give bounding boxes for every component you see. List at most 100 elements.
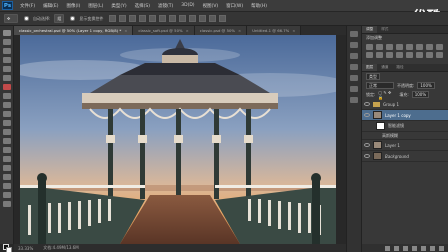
tab-styles[interactable]: 样式 (377, 26, 393, 33)
invert-icon[interactable] (396, 52, 403, 58)
close-icon[interactable]: × (124, 28, 127, 33)
menu-view[interactable]: 视图(V) (199, 3, 223, 9)
layer-row[interactable]: 智能滤镜 (362, 121, 448, 132)
document-tab[interactable]: classic_orchestral.psd @ 50% (Layer 1 co… (14, 26, 134, 35)
opacity-input[interactable]: 100% (417, 82, 435, 89)
menu-image[interactable]: 图像(I) (62, 3, 84, 9)
menu-3d[interactable]: 3D(D) (177, 3, 198, 8)
layer-row[interactable]: Group 1 (362, 99, 448, 110)
curves-icon[interactable] (386, 44, 393, 50)
history-brush-tool-icon[interactable] (2, 111, 11, 117)
menu-filter[interactable]: 滤镜(T) (154, 3, 177, 9)
visibility-eye-icon[interactable] (364, 102, 370, 106)
add-mask-icon[interactable] (403, 245, 408, 251)
healing-brush-tool-icon[interactable] (2, 84, 11, 90)
gradient-tool-icon[interactable] (2, 129, 11, 135)
menu-help[interactable]: 帮助(H) (247, 3, 271, 9)
layer-row[interactable]: Layer 1 (362, 140, 448, 151)
gradient-map-icon[interactable] (426, 52, 433, 58)
visibility-eye-icon[interactable] (364, 143, 370, 147)
close-icon[interactable]: × (238, 28, 241, 33)
document-tab[interactable]: classic.psd @ 50% × (194, 26, 248, 35)
path-select-tool-icon[interactable] (2, 174, 11, 180)
background-color-swatch[interactable] (6, 247, 12, 252)
brush-panel-icon[interactable] (350, 53, 358, 59)
pen-tool-icon[interactable] (2, 156, 11, 162)
hand-tool-icon[interactable] (2, 192, 11, 198)
auto-select-checkbox[interactable] (24, 16, 29, 21)
align-bottom-icon[interactable] (129, 15, 137, 22)
lock-icons[interactable]: ▢ ✎ ✥ 🔒 (378, 90, 396, 100)
document-tab[interactable]: classic_soft.psd @ 50% × (133, 26, 195, 35)
eraser-tool-icon[interactable] (2, 120, 11, 126)
align-top-icon[interactable] (109, 15, 117, 22)
lasso-tool-icon[interactable] (2, 48, 11, 54)
zoom-tool-icon[interactable] (2, 201, 11, 207)
clone-stamp-tool-icon[interactable] (2, 102, 11, 108)
color-lookup-icon[interactable] (386, 52, 393, 58)
menu-file[interactable]: 文件(F) (16, 3, 39, 9)
brush-tool-icon[interactable] (2, 93, 11, 99)
vibrance-icon[interactable] (406, 44, 413, 50)
menu-window[interactable]: 窗口(W) (222, 3, 247, 9)
shape-tool-icon[interactable] (2, 183, 11, 189)
document-tab[interactable]: Untitled-1 @ 66.7% × (247, 26, 302, 35)
character-panel-icon[interactable] (350, 64, 358, 70)
levels-icon[interactable] (376, 44, 383, 50)
eyedropper-tool-icon[interactable] (2, 75, 11, 81)
auto-select-dropdown[interactable]: 组 (54, 14, 65, 23)
color-swatches[interactable] (3, 244, 12, 252)
dodge-tool-icon[interactable] (2, 147, 11, 153)
channel-mixer-icon[interactable] (376, 52, 383, 58)
distribute-left-icon[interactable] (199, 15, 207, 22)
new-adjustment-icon[interactable] (412, 245, 417, 251)
selective-color-icon[interactable] (436, 52, 443, 58)
new-layer-icon[interactable] (430, 245, 435, 251)
threshold-icon[interactable] (416, 52, 423, 58)
black-white-icon[interactable] (436, 44, 443, 50)
move-tool-preset-button[interactable]: ✥ (4, 14, 18, 23)
show-transform-checkbox[interactable] (70, 16, 76, 21)
layer-kind-filter[interactable]: 类型 (366, 73, 380, 80)
quick-select-tool-icon[interactable] (2, 57, 11, 63)
menu-type[interactable]: 类型(Y) (107, 3, 130, 9)
tab-paths[interactable]: 路径 (392, 64, 408, 71)
paragraph-panel-icon[interactable] (350, 75, 358, 81)
photo-filter-icon[interactable] (366, 52, 373, 58)
layer-style-icon[interactable] (394, 245, 399, 251)
history-panel-icon[interactable] (350, 31, 358, 37)
move-tool-icon[interactable] (2, 30, 11, 36)
zoom-level[interactable]: 33.33% (18, 246, 33, 251)
brightness-contrast-icon[interactable] (366, 44, 373, 50)
trash-icon[interactable] (439, 245, 444, 251)
blur-tool-icon[interactable] (2, 138, 11, 144)
new-group-icon[interactable] (421, 245, 426, 251)
layer-row[interactable]: Background (362, 151, 448, 162)
visibility-eye-icon[interactable] (364, 113, 370, 117)
close-icon[interactable]: × (292, 28, 295, 33)
properties-panel-icon[interactable] (350, 42, 358, 48)
exposure-icon[interactable] (396, 44, 403, 50)
marquee-tool-icon[interactable] (2, 39, 11, 45)
color-balance-icon[interactable] (426, 44, 433, 50)
blend-mode-select[interactable]: 正常 (366, 82, 394, 89)
document-canvas[interactable] (20, 35, 336, 244)
visibility-eye-icon[interactable] (364, 154, 370, 158)
align-center-icon[interactable] (149, 15, 157, 22)
tab-channels[interactable]: 通道 (377, 64, 393, 71)
hue-saturation-icon[interactable] (416, 44, 423, 50)
menu-layer[interactable]: 图层(L) (84, 3, 107, 9)
posterize-icon[interactable] (406, 52, 413, 58)
menu-select[interactable]: 选择(S) (131, 3, 154, 9)
align-right-icon[interactable] (159, 15, 167, 22)
align-middle-icon[interactable] (119, 15, 127, 22)
distribute-right-icon[interactable] (219, 15, 227, 22)
menu-edit[interactable]: 编辑(E) (39, 3, 62, 9)
type-tool-icon[interactable] (2, 165, 11, 171)
layer-row[interactable]: Layer 1 copy (362, 110, 448, 121)
close-icon[interactable]: × (186, 28, 189, 33)
crop-tool-icon[interactable] (2, 66, 11, 72)
distribute-bottom-icon[interactable] (189, 15, 197, 22)
tab-layers[interactable]: 图层 (362, 64, 378, 71)
layer-row[interactable]: 高斯模糊 (362, 132, 448, 140)
